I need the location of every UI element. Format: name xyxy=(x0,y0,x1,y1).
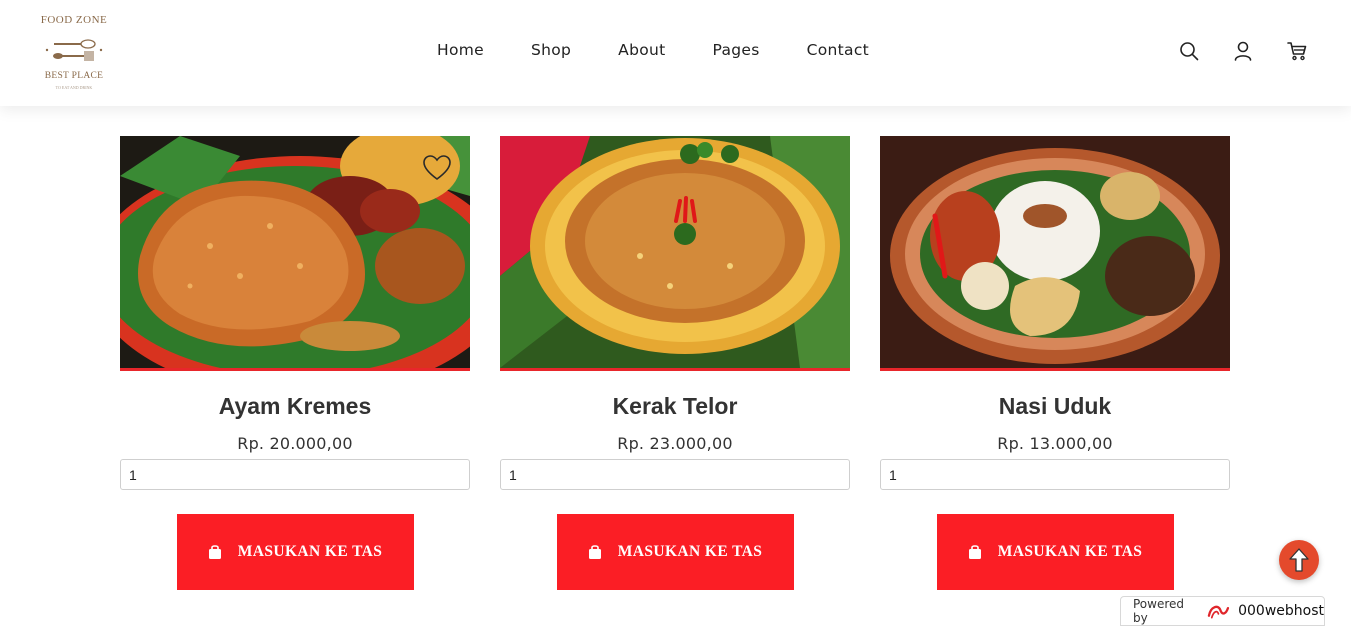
add-to-bag-label: MASUKAN KE TAS xyxy=(237,543,383,560)
powered-by-brand: 000webhost xyxy=(1238,603,1324,619)
image-underline xyxy=(500,368,850,371)
product-image[interactable] xyxy=(120,136,470,368)
add-to-bag-button[interactable]: MASUKAN KE TAS xyxy=(936,514,1174,590)
product-card: Kerak Telor Rp. 23.000,00 MASUKAN KE TAS xyxy=(500,136,850,590)
shopping-bag-icon xyxy=(588,545,601,559)
quantity-input[interactable] xyxy=(120,459,470,490)
nav-pages[interactable]: Pages xyxy=(713,41,760,59)
nav-about[interactable]: About xyxy=(618,41,665,59)
image-underline xyxy=(120,368,470,371)
powered-by-badge[interactable]: Powered by 000webhost xyxy=(1120,596,1325,626)
product-name[interactable]: Ayam Kremes xyxy=(120,393,470,420)
add-to-bag-label: MASUKAN KE TAS xyxy=(617,543,763,560)
product-card: Nasi Uduk Rp. 13.000,00 MASUKAN KE TAS xyxy=(880,136,1230,590)
product-price: Rp. 20.000,00 xyxy=(237,434,353,453)
add-to-bag-button[interactable]: MASUKAN KE TAS xyxy=(556,514,794,590)
logo-top-text: FOOD ZONE xyxy=(40,14,108,26)
product-price: Rp. 23.000,00 xyxy=(617,434,733,453)
kerak-telor-photo xyxy=(500,136,850,368)
product-image[interactable] xyxy=(500,136,850,368)
header-icons xyxy=(1178,40,1308,64)
logo-mid-text: BEST PLACE xyxy=(44,71,104,81)
heart-icon[interactable] xyxy=(422,154,452,182)
scroll-to-top-button[interactable] xyxy=(1279,540,1319,580)
quantity-input[interactable] xyxy=(880,459,1230,490)
image-underline xyxy=(880,368,1230,371)
site-logo[interactable]: FOOD ZONE BEST PLACE TO EAT AND DRINK xyxy=(30,12,118,96)
account-icon[interactable] xyxy=(1232,40,1254,62)
nav-shop[interactable]: Shop xyxy=(531,41,571,59)
nav-contact[interactable]: Contact xyxy=(807,41,869,59)
site-header: FOOD ZONE BEST PLACE TO EAT AND DRINK Ho… xyxy=(0,0,1351,106)
cutlery-icon xyxy=(45,39,103,61)
add-to-bag-button[interactable]: MASUKAN KE TAS xyxy=(176,514,414,590)
nasi-uduk-photo xyxy=(880,136,1230,368)
cart-icon[interactable] xyxy=(1286,40,1308,62)
nav-home[interactable]: Home xyxy=(437,41,484,59)
ayam-kremes-photo xyxy=(120,136,470,368)
shopping-bag-icon xyxy=(968,545,981,559)
product-name[interactable]: Nasi Uduk xyxy=(880,393,1230,420)
arrow-up-icon xyxy=(1289,548,1309,572)
quantity-input[interactable] xyxy=(500,459,850,490)
add-to-bag-label: MASUKAN KE TAS xyxy=(997,543,1143,560)
shopping-bag-icon xyxy=(208,545,221,559)
search-icon[interactable] xyxy=(1178,40,1200,62)
main-nav: Home Shop About Pages Contact xyxy=(437,41,869,59)
product-image[interactable] xyxy=(880,136,1230,368)
product-card: Ayam Kremes Rp. 20.000,00 MASUKAN KE TAS xyxy=(120,136,470,590)
product-name[interactable]: Kerak Telor xyxy=(500,393,850,420)
logo-small-text: TO EAT AND DRINK xyxy=(55,85,93,90)
webhost-logo-icon xyxy=(1207,605,1230,619)
product-price: Rp. 13.000,00 xyxy=(997,434,1113,453)
